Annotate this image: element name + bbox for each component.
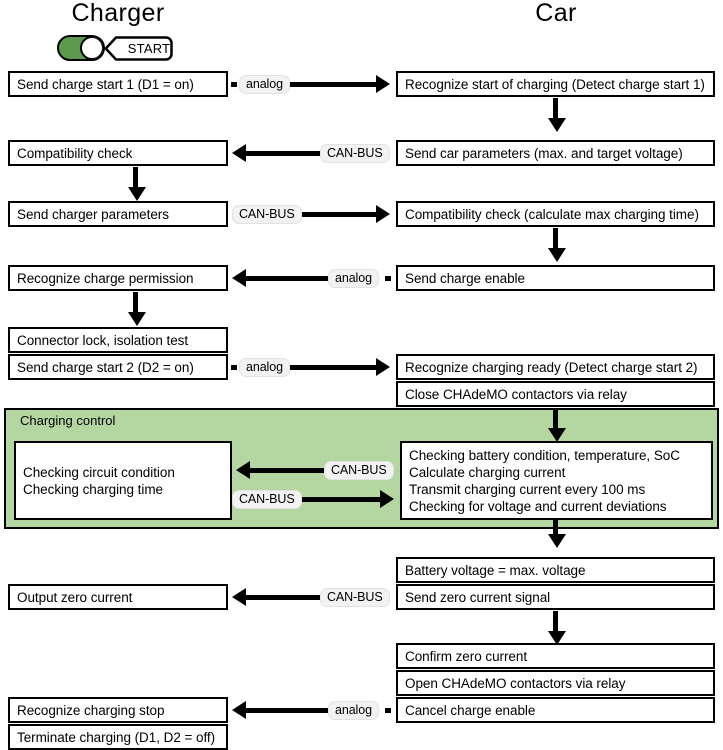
link-6-arrowhead-left bbox=[236, 461, 250, 479]
link-2-protocol-label: CAN-BUS bbox=[320, 143, 390, 163]
box-send-charger-parameters[interactable]: Send charger parameters bbox=[8, 201, 228, 227]
box-label: Send charge enable bbox=[405, 270, 525, 286]
box-cancel-charge-enable[interactable]: Cancel charge enable bbox=[396, 697, 715, 723]
box-recognize-charging-ready[interactable]: Recognize charging ready (Detect charge … bbox=[396, 354, 715, 380]
link-1-tail-tick bbox=[231, 81, 237, 87]
link-5-protocol-label: analog bbox=[239, 357, 290, 377]
car-flow-shaft-4 bbox=[553, 520, 558, 538]
link-3-shaft bbox=[300, 211, 376, 217]
box-label: Checking battery condition, temperature,… bbox=[409, 447, 680, 514]
box-label: Send charge start 1 (D1 = on) bbox=[17, 76, 194, 92]
box-confirm-zero-current[interactable]: Confirm zero current bbox=[396, 643, 715, 669]
link-7-shaft bbox=[300, 496, 380, 502]
link-4-arrowhead-left bbox=[232, 269, 246, 287]
box-label: Compatibility check (calculate max charg… bbox=[405, 206, 699, 222]
box-recognize-charging-stop[interactable]: Recognize charging stop bbox=[8, 697, 228, 723]
box-label: Recognize charging stop bbox=[17, 702, 165, 718]
box-connector-lock-isolation-test[interactable]: Connector lock, isolation test bbox=[8, 327, 228, 353]
link-8-shaft bbox=[246, 594, 320, 600]
box-label: Battery voltage = max. voltage bbox=[405, 562, 586, 578]
link-9-head-tick bbox=[385, 707, 391, 713]
car-flow-arrowhead-2 bbox=[548, 248, 566, 262]
link-4-head-tick bbox=[385, 275, 391, 281]
box-compatibility-check[interactable]: Compatibility check bbox=[8, 140, 228, 166]
column-title-car: Car bbox=[535, 0, 577, 27]
box-label: Open CHAdeMO contactors via relay bbox=[405, 675, 626, 691]
box-recognize-start-of-charging[interactable]: Recognize start of charging (Detect char… bbox=[396, 71, 715, 97]
link-9-shaft bbox=[246, 707, 328, 713]
link-2-shaft bbox=[246, 150, 320, 156]
box-label: Confirm zero current bbox=[405, 648, 528, 664]
box-close-chademo-contactors[interactable]: Close CHAdeMO contactors via relay bbox=[396, 381, 715, 407]
link-6-protocol-label: CAN-BUS bbox=[324, 460, 394, 480]
car-flow-shaft-5 bbox=[553, 611, 558, 632]
car-flow-shaft-3 bbox=[553, 408, 558, 429]
toggle-knob bbox=[80, 37, 103, 59]
column-title-charger: Charger bbox=[71, 0, 165, 27]
box-checking-battery-condition[interactable]: Checking battery condition, temperature,… bbox=[400, 441, 713, 520]
link-6-shaft bbox=[250, 467, 324, 473]
box-terminate-charging[interactable]: Terminate charging (D1, D2 = off) bbox=[8, 724, 228, 750]
box-send-car-parameters[interactable]: Send car parameters (max. and target vol… bbox=[396, 140, 715, 166]
charger-flow-arrowhead-2 bbox=[128, 312, 146, 326]
box-send-charge-enable[interactable]: Send charge enable bbox=[396, 265, 715, 291]
box-output-zero-current[interactable]: Output zero current bbox=[8, 584, 228, 610]
car-flow-shaft-1 bbox=[553, 98, 558, 119]
link-5-tail-tick bbox=[231, 364, 237, 370]
box-label: Send charge start 2 (D2 = on) bbox=[17, 359, 194, 375]
box-compatibility-check-car[interactable]: Compatibility check (calculate max charg… bbox=[396, 201, 715, 227]
charger-flow-arrowhead-1 bbox=[128, 187, 146, 201]
link-9-arrowhead-left bbox=[232, 701, 246, 719]
start-toggle-switch[interactable] bbox=[57, 35, 105, 61]
charger-flow-shaft-2 bbox=[133, 292, 138, 313]
link-1-shaft bbox=[288, 81, 376, 87]
link-5-shaft bbox=[288, 364, 376, 370]
link-9-protocol-label: analog bbox=[328, 700, 379, 720]
box-label: Send car parameters (max. and target vol… bbox=[405, 145, 683, 161]
box-recognize-charge-permission[interactable]: Recognize charge permission bbox=[8, 265, 228, 291]
charger-flow-shaft-1 bbox=[133, 167, 138, 188]
link-1-arrowhead-right bbox=[376, 75, 390, 93]
box-label: Recognize charge permission bbox=[17, 270, 194, 286]
box-label: Output zero current bbox=[17, 589, 133, 605]
link-4-shaft bbox=[246, 275, 328, 281]
box-send-zero-current-signal[interactable]: Send zero current signal bbox=[396, 584, 715, 610]
link-8-protocol-label: CAN-BUS bbox=[320, 587, 390, 607]
box-label: Terminate charging (D1, D2 = off) bbox=[17, 729, 216, 745]
link-7-protocol-label: CAN-BUS bbox=[232, 489, 302, 509]
start-flag-label: START bbox=[127, 41, 171, 56]
car-flow-arrowhead-5 bbox=[548, 631, 566, 645]
box-label: Recognize start of charging (Detect char… bbox=[405, 76, 705, 92]
car-flow-shaft-2 bbox=[553, 228, 558, 249]
box-checking-circuit-condition[interactable]: Checking circuit condition Checking char… bbox=[14, 441, 232, 520]
box-label: Cancel charge enable bbox=[405, 702, 536, 718]
box-send-charge-start-1[interactable]: Send charge start 1 (D1 = on) bbox=[8, 71, 228, 97]
box-open-chademo-contactors[interactable]: Open CHAdeMO contactors via relay bbox=[396, 670, 715, 696]
box-label: Recognize charging ready (Detect charge … bbox=[405, 359, 698, 375]
link-5-arrowhead-right bbox=[376, 358, 390, 376]
link-7-arrowhead-right bbox=[380, 490, 394, 508]
box-label: Send zero current signal bbox=[405, 589, 551, 605]
box-label: Close CHAdeMO contactors via relay bbox=[405, 386, 627, 402]
link-2-arrowhead-left bbox=[232, 144, 246, 162]
link-8-arrowhead-left bbox=[232, 588, 246, 606]
chademo-charging-sequence-diagram: Charger Car START Charging control Send … bbox=[0, 0, 723, 750]
box-label: Checking circuit condition Checking char… bbox=[23, 464, 175, 497]
link-3-protocol-label: CAN-BUS bbox=[232, 204, 302, 224]
box-label: Send charger parameters bbox=[17, 206, 169, 222]
charging-control-panel-label: Charging control bbox=[16, 414, 120, 427]
start-flag-button[interactable]: START bbox=[104, 36, 184, 61]
box-battery-voltage-max[interactable]: Battery voltage = max. voltage bbox=[396, 557, 715, 583]
box-send-charge-start-2[interactable]: Send charge start 2 (D2 = on) bbox=[8, 354, 228, 380]
box-label: Connector lock, isolation test bbox=[17, 332, 189, 348]
link-1-protocol-label: analog bbox=[239, 74, 290, 94]
link-3-arrowhead-right bbox=[376, 205, 390, 223]
car-flow-arrowhead-1 bbox=[548, 118, 566, 132]
car-flow-arrowhead-3 bbox=[548, 428, 566, 442]
box-label: Compatibility check bbox=[17, 145, 133, 161]
link-4-protocol-label: analog bbox=[328, 268, 379, 288]
